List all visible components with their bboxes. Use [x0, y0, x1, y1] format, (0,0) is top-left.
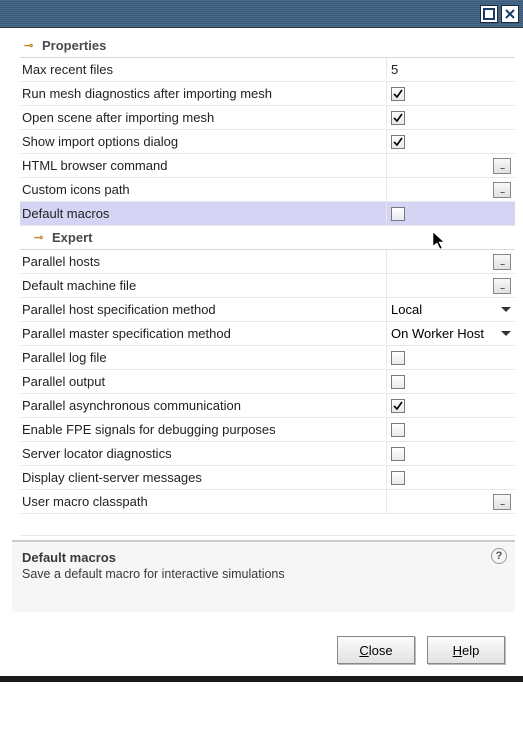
property-label: Custom icons path	[20, 178, 387, 201]
property-row-user_macro_classpath[interactable]: User macro classpath...	[20, 490, 515, 514]
checkbox[interactable]	[391, 111, 405, 125]
property-value: ...	[387, 250, 515, 273]
help-button[interactable]: Help	[427, 636, 505, 664]
main-panel: ⊸ Properties Max recent files 5 Run mesh d…	[0, 28, 523, 536]
property-value: ...	[387, 178, 515, 201]
expert-section-header: ⊸ Expert	[20, 226, 515, 250]
close-label-rest: lose	[369, 643, 393, 658]
property-value	[387, 466, 515, 489]
key-icon: ⊸	[34, 231, 48, 244]
footer-border	[0, 676, 523, 682]
property-label: Parallel output	[20, 370, 387, 393]
property-row-parallel_master_spec[interactable]: Parallel master specification method On W…	[20, 322, 515, 346]
property-row-parallel_hosts[interactable]: Parallel hosts...	[20, 250, 515, 274]
browse-button[interactable]: ...	[493, 254, 511, 270]
property-value	[387, 82, 515, 105]
property-label: Parallel log file	[20, 346, 387, 369]
property-row-parallel_async_comm[interactable]: Parallel asynchronous communication	[20, 394, 515, 418]
property-row-display_cs_msgs[interactable]: Display client-server messages	[20, 466, 515, 490]
property-value: On Worker Host	[387, 322, 515, 345]
property-value: ...	[387, 274, 515, 297]
property-value: 5	[387, 58, 515, 81]
checkbox[interactable]	[391, 135, 405, 149]
property-label: Open scene after importing mesh	[20, 106, 387, 129]
properties-rows: Max recent files 5 Run mesh diagnostics af…	[20, 58, 515, 226]
property-label: Parallel master specification method	[20, 322, 387, 345]
property-value	[387, 394, 515, 417]
checkbox[interactable]	[391, 375, 405, 389]
key-icon: ⊸	[24, 39, 38, 52]
expert-title: Expert	[52, 230, 92, 245]
property-row-show_import_dlg[interactable]: Show import options dialog	[20, 130, 515, 154]
property-label: Max recent files	[20, 58, 387, 81]
property-value	[387, 346, 515, 369]
checkbox[interactable]	[391, 207, 405, 221]
help-label-rest: elp	[462, 643, 479, 658]
help-icon[interactable]: ?	[491, 548, 507, 564]
property-label: Server locator diagnostics	[20, 442, 387, 465]
browse-button[interactable]: ...	[493, 158, 511, 174]
description-panel: ? Default macros Save a default macro fo…	[12, 540, 515, 612]
checkbox[interactable]	[391, 87, 405, 101]
properties-section-header: ⊸ Properties	[20, 34, 515, 58]
property-row-html_browser_cmd[interactable]: HTML browser command...	[20, 154, 515, 178]
property-row-parallel_log_file[interactable]: Parallel log file	[20, 346, 515, 370]
property-label: Default macros	[20, 202, 387, 225]
browse-button[interactable]: ...	[493, 278, 511, 294]
property-row-default_macros[interactable]: Default macros	[20, 202, 515, 226]
property-value: Local	[387, 298, 515, 321]
property-row-open_scene[interactable]: Open scene after importing mesh	[20, 106, 515, 130]
property-label: HTML browser command	[20, 154, 387, 177]
property-value	[387, 202, 515, 225]
chevron-down-icon[interactable]	[501, 307, 511, 312]
description-text: Save a default macro for interactive sim…	[22, 567, 505, 581]
property-row-server_locator_diag[interactable]: Server locator diagnostics	[20, 442, 515, 466]
property-row-enable_fpe[interactable]: Enable FPE signals for debugging purpose…	[20, 418, 515, 442]
properties-title: Properties	[42, 38, 106, 53]
property-label: Default machine file	[20, 274, 387, 297]
property-value	[387, 106, 515, 129]
property-label: User macro classpath	[20, 490, 387, 513]
property-value	[387, 130, 515, 153]
description-title: Default macros	[22, 550, 505, 565]
close-button[interactable]: Close	[337, 636, 415, 664]
button-bar: Close Help	[0, 612, 523, 676]
property-label: Parallel host specification method	[20, 298, 387, 321]
property-label: Run mesh diagnostics after importing mes…	[20, 82, 387, 105]
property-value	[387, 370, 515, 393]
dropdown-value[interactable]: On Worker Host	[391, 326, 484, 341]
expert-rows: Parallel hosts...Default machine file...…	[20, 250, 515, 514]
property-label: Display client-server messages	[20, 466, 387, 489]
property-row-run_mesh_diag[interactable]: Run mesh diagnostics after importing mes…	[20, 82, 515, 106]
property-label: Parallel asynchronous communication	[20, 394, 387, 417]
property-value: ...	[387, 490, 515, 513]
text-value[interactable]: 5	[391, 62, 398, 77]
checkbox[interactable]	[391, 351, 405, 365]
property-row-parallel_host_spec[interactable]: Parallel host specification method Local	[20, 298, 515, 322]
checkbox[interactable]	[391, 447, 405, 461]
titlebar	[0, 0, 523, 28]
close-window-button[interactable]	[501, 5, 519, 23]
property-label: Parallel hosts	[20, 250, 387, 273]
maximize-button[interactable]	[480, 5, 498, 23]
property-value	[387, 418, 515, 441]
spacer-row	[20, 514, 515, 536]
property-row-custom_icons_path[interactable]: Custom icons path...	[20, 178, 515, 202]
property-row-parallel_output[interactable]: Parallel output	[20, 370, 515, 394]
property-row-default_machine_file[interactable]: Default machine file...	[20, 274, 515, 298]
browse-button[interactable]: ...	[493, 494, 511, 510]
property-value: ...	[387, 154, 515, 177]
property-value	[387, 442, 515, 465]
property-label: Enable FPE signals for debugging purpose…	[20, 418, 387, 441]
checkbox[interactable]	[391, 471, 405, 485]
property-label: Show import options dialog	[20, 130, 387, 153]
checkbox[interactable]	[391, 423, 405, 437]
chevron-down-icon[interactable]	[501, 331, 511, 336]
property-row-max_recent_files[interactable]: Max recent files 5	[20, 58, 515, 82]
dropdown-value[interactable]: Local	[391, 302, 422, 317]
browse-button[interactable]: ...	[493, 182, 511, 198]
checkbox[interactable]	[391, 399, 405, 413]
